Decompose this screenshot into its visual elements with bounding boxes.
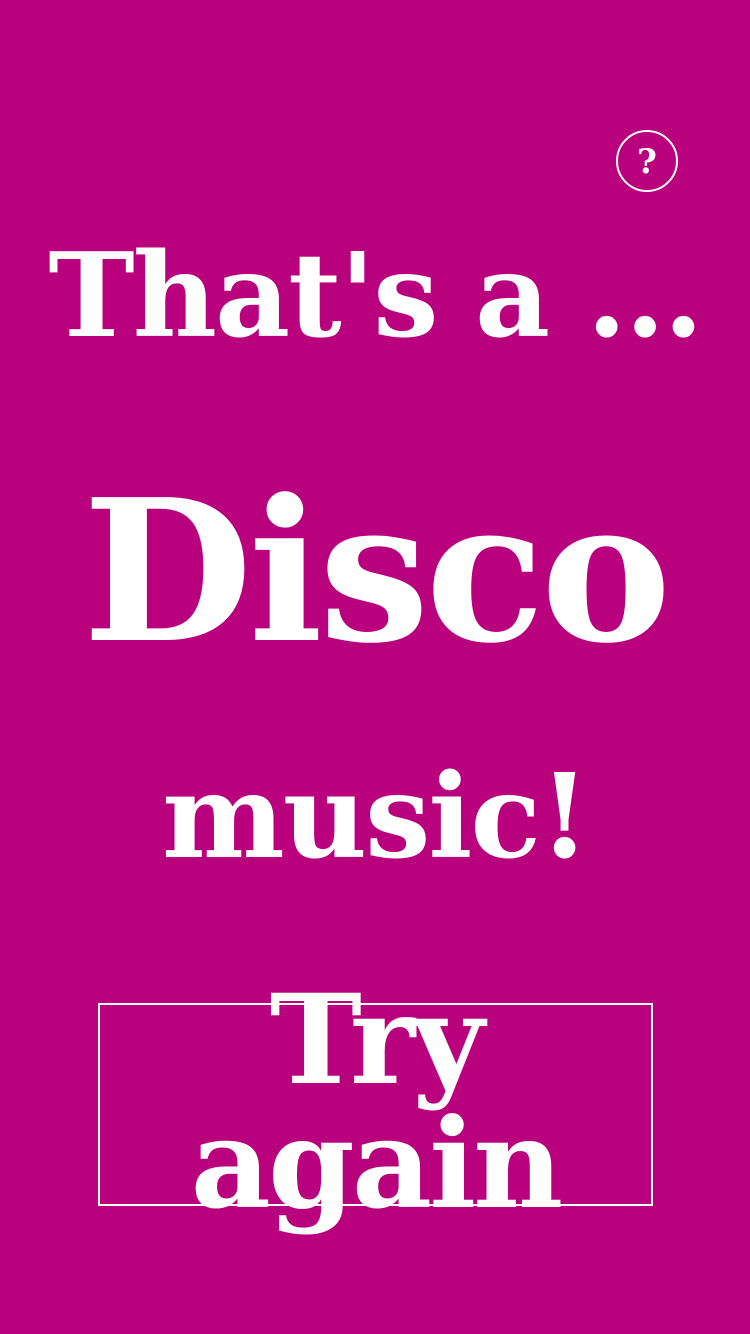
question-mark-icon: ? [637, 142, 657, 182]
try-again-label: Try again [190, 967, 564, 1237]
genre-title: Disco [82, 457, 672, 687]
result-outro-text: music! [161, 749, 590, 885]
help-button[interactable]: ? [616, 130, 678, 192]
result-intro-text: That's a ... [48, 228, 703, 364]
try-again-button[interactable]: Try again [98, 978, 653, 1226]
